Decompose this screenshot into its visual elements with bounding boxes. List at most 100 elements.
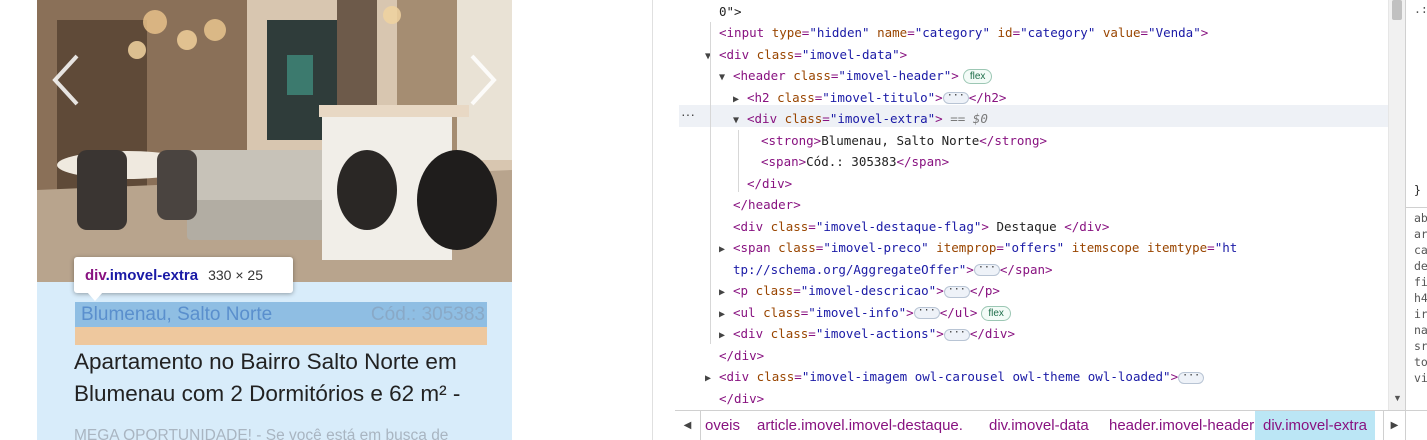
attr-value: "imovel-destaque-flag" xyxy=(815,218,982,234)
dom-node-line[interactable]: ▼ <header class="imovel-header"> flex xyxy=(719,65,993,89)
tag-text: <ul xyxy=(733,304,764,320)
imovel-extra: Blumenau, Salto Norte Cód.: 305383 xyxy=(81,303,485,327)
tag-text: = xyxy=(1140,25,1149,40)
dom-node-line[interactable]: </div> xyxy=(733,173,792,195)
tag-text: <div xyxy=(733,218,771,234)
tag-text: = xyxy=(794,46,802,62)
tag-text: <p xyxy=(733,283,756,298)
listing-card: Blumenau, Salto Norte Cód.: 305383 Apart… xyxy=(37,0,512,440)
breadcrumb-item[interactable]: article.imovel.imovel-destaque. xyxy=(749,411,971,440)
attr-value: "imovel-data" xyxy=(801,46,900,62)
tag-text: > xyxy=(1170,369,1179,384)
dom-node-line[interactable]: <strong>Blumenau, Salto Norte</strong> xyxy=(747,130,1047,152)
breadcrumb-scroll-left-icon[interactable]: ◀ xyxy=(675,411,701,440)
dom-node-selected[interactable]: ▼ <div class="imovel-extra"> == $0 xyxy=(733,108,988,130)
dom-node-line[interactable]: 0"> xyxy=(705,1,742,23)
flex-badge[interactable]: flex xyxy=(962,69,993,84)
tag-text: </div> xyxy=(747,175,793,191)
attr-name: class xyxy=(763,304,801,320)
collapsed-content-icon[interactable]: ··· xyxy=(913,306,940,319)
listing-title[interactable]: Apartamento no Bairro Salto Norte em Blu… xyxy=(74,346,504,410)
tag-text: <div xyxy=(733,326,771,341)
breadcrumb-item[interactable]: div.imovel-data xyxy=(981,411,1097,440)
attr-value: tp://schema.org/AggregateOffer" xyxy=(733,261,967,277)
scroll-down-arrow-icon[interactable]: ▼ xyxy=(1393,393,1402,403)
attr-value: "offers" xyxy=(1003,240,1065,255)
tag-text: </span> xyxy=(999,261,1053,277)
dom-node-line[interactable]: ▶ <p class="imovel-descricao"> ··· </p> xyxy=(719,280,1000,302)
collapsed-content-icon[interactable]: ··· xyxy=(943,284,970,298)
style-property-fragment: de xyxy=(1414,259,1427,273)
tag-text: </ul> xyxy=(939,304,978,320)
expand-triangle-closed-icon[interactable]: ▶ xyxy=(719,239,733,261)
dom-node-line[interactable]: ▶ <div class="imovel-actions"> ··· </div> xyxy=(719,323,1015,345)
text-node: Blumenau, Salto Norte xyxy=(821,132,980,148)
style-property-fragment: to xyxy=(1414,355,1427,369)
collapsed-content-icon[interactable]: ··· xyxy=(1178,370,1205,384)
dom-node-line[interactable]: ▶ <h2 class="imovel-titulo"> ··· </h2> xyxy=(733,87,1006,109)
tag-text: > xyxy=(951,68,959,83)
attr-value: "hidden" xyxy=(809,25,870,40)
breadcrumb-item[interactable]: div.imovel-extra xyxy=(1255,411,1375,440)
attr-value: "imovel-descricao" xyxy=(800,283,937,298)
chevron-left-icon xyxy=(52,54,79,106)
tag-text: = xyxy=(1012,25,1021,40)
dom-node-line[interactable]: </header> xyxy=(719,194,801,216)
listing-code: Cód.: 305383 xyxy=(370,304,485,325)
elements-gutter xyxy=(653,0,679,410)
style-property-fragment: ca xyxy=(1414,243,1427,257)
style-property-fragment: ir xyxy=(1414,307,1427,321)
attr-value: "Venda" xyxy=(1148,25,1201,40)
tooltip-tag: div xyxy=(85,267,106,284)
collapsed-content-icon[interactable]: ··· xyxy=(973,263,1000,276)
expand-triangle-open-icon[interactable]: ▼ xyxy=(719,67,733,89)
breadcrumb-item[interactable]: header.imovel-header xyxy=(1101,411,1262,440)
carousel-prev-button[interactable] xyxy=(47,50,87,110)
breadcrumb-scroll-right-icon[interactable]: ▶ xyxy=(1383,411,1405,440)
dom-node-line[interactable]: <input type="hidden" name="category" id=… xyxy=(705,22,1208,44)
listing-location: Blumenau, Salto Norte xyxy=(81,304,273,325)
indent-guide xyxy=(710,22,711,344)
dom-node-line[interactable]: ▶ <span class="imovel-preco" itemprop="of… xyxy=(719,237,1237,259)
collapsed-content-icon[interactable]: ··· xyxy=(942,91,969,104)
expand-triangle-closed-icon[interactable]: ▶ xyxy=(733,89,747,111)
dom-node-line[interactable]: </div> xyxy=(705,345,764,367)
dom-tree-scrollbar[interactable]: ▼ xyxy=(1388,0,1405,410)
expand-triangle-closed-icon[interactable]: ▶ xyxy=(705,368,719,390)
expand-triangle-closed-icon[interactable]: ▶ xyxy=(719,304,733,326)
dom-node-line[interactable]: <span>Cód.: 305383</span> xyxy=(747,151,949,173)
dom-node-line[interactable]: tp://schema.org/AggregateOffer"> ··· </spa… xyxy=(719,259,1053,281)
tag-text: > xyxy=(936,283,944,298)
dom-node-line[interactable]: ▶ <div class="imovel-imagem owl-carousel … xyxy=(705,366,1205,390)
attr-name: class xyxy=(793,68,831,83)
carousel-next-button[interactable] xyxy=(462,50,502,110)
listing-description: MEGA OPORTUNIDADE! - Se você está em bus… xyxy=(74,427,449,440)
tag-text: > xyxy=(906,304,914,320)
expand-triangle-closed-icon[interactable]: ▶ xyxy=(719,325,733,347)
attr-name: class xyxy=(770,326,809,341)
dom-node-line[interactable]: </div> xyxy=(705,388,764,410)
tag-text: > xyxy=(1200,25,1209,40)
inspect-tooltip: div.imovel-extra 330 × 25 xyxy=(74,257,293,293)
style-property-fragment: ab xyxy=(1414,211,1427,225)
collapsed-content-icon[interactable]: ··· xyxy=(943,327,970,341)
attr-name: value xyxy=(1095,25,1141,40)
tag-text: <strong> xyxy=(761,132,822,148)
attr-name: class xyxy=(778,240,816,255)
attr-value: "imovel-info" xyxy=(808,304,907,320)
node-actions-icon[interactable]: ··· xyxy=(681,106,695,122)
dom-node-line[interactable]: <div class="imovel-destaque-flag"> Desta… xyxy=(719,216,1109,238)
tooltip-class: .imovel-extra xyxy=(105,267,199,284)
scrollbar-thumb[interactable] xyxy=(1392,0,1402,20)
expand-triangle-open-icon[interactable]: ▼ xyxy=(705,46,719,68)
dom-node-line[interactable]: ▶ <ul class="imovel-info"> ··· </ul> flex xyxy=(719,302,1011,324)
expand-triangle-closed-icon[interactable]: ▶ xyxy=(719,282,733,304)
style-property-fragment: .: xyxy=(1414,2,1427,16)
dom-node-line[interactable]: ▼ <div class="imovel-data"> xyxy=(705,44,907,66)
expand-triangle-open-icon[interactable]: ▼ xyxy=(733,110,747,132)
attr-value: "imovel-imagem owl-carousel owl-theme ow… xyxy=(801,369,1171,384)
inspect-highlight-margin xyxy=(75,327,487,345)
breadcrumb-item[interactable]: oveis xyxy=(697,411,748,440)
tag-text: > xyxy=(899,46,908,62)
flex-badge[interactable]: flex xyxy=(981,305,1011,321)
